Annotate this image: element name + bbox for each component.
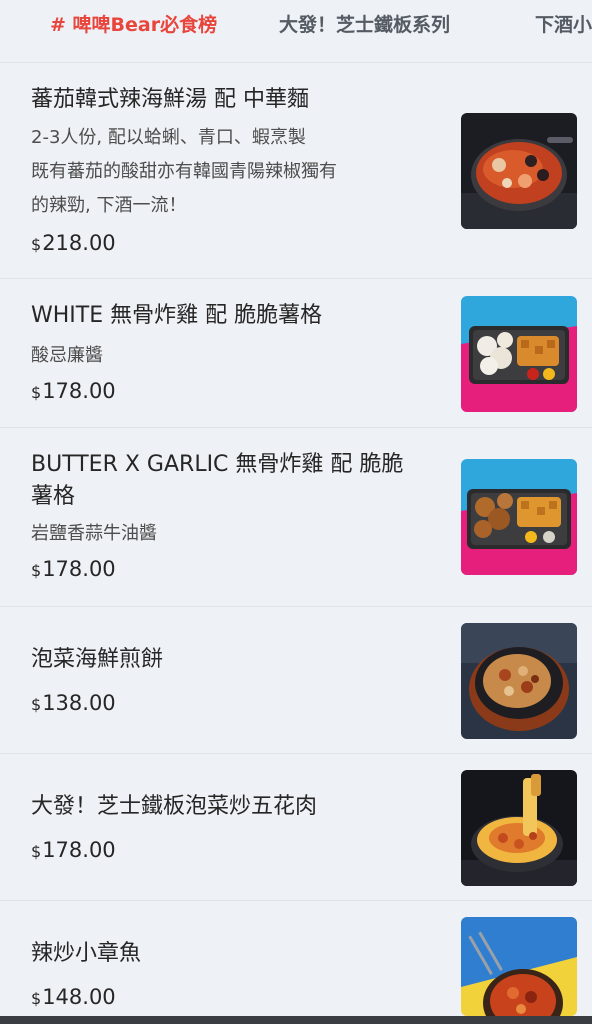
- item-name: 辣炒小章魚: [31, 941, 142, 966]
- spicy-baby-octopus-photo[interactable]: [461, 917, 577, 1016]
- currency-symbol: $: [31, 989, 42, 1008]
- price-value: 178.00: [42, 557, 116, 581]
- item-price: $178.00: [31, 377, 116, 407]
- currency-symbol: $: [31, 561, 42, 580]
- menu-item[interactable]: WHITE 無骨炸雞 配 脆脆薯格 酸忌廉醬 $178.00: [0, 279, 592, 428]
- price-value: 138.00: [42, 691, 116, 715]
- price-value: 218.00: [42, 231, 116, 255]
- item-name: 大發！芝士鐵板泡菜炒五花肉: [31, 794, 318, 819]
- item-description-line: 2-3人份, 配以蛤蜊、青口、蝦烹製: [31, 127, 306, 148]
- cheese-kimchi-pork-photo[interactable]: [461, 770, 577, 886]
- item-price: $218.00: [31, 229, 116, 259]
- item-description-line: 酸忌廉醬: [31, 345, 103, 366]
- tab-beer-bear-must-eat[interactable]: # 啤啤Bear必食榜: [50, 12, 217, 38]
- bottom-edge-bar: [0, 1016, 592, 1024]
- tab-drinking-snacks[interactable]: 下酒小: [535, 12, 592, 38]
- item-price: $138.00: [31, 689, 116, 719]
- tomato-seafood-stew-photo[interactable]: [461, 113, 577, 229]
- tab-cheese-iron-plate-series[interactable]: 大發！芝士鐵板系列: [279, 12, 450, 38]
- menu-item[interactable]: BUTTER X GARLIC 無骨炸雞 配 脆脆薯格 岩鹽香蒜牛油醬 $178…: [0, 428, 592, 607]
- menu-page: # 啤啤Bear必食榜 大發！芝士鐵板系列 下酒小 蕃茄韓式辣海鮮湯 配 中華麵…: [0, 0, 592, 1024]
- item-price: $178.00: [31, 836, 116, 866]
- currency-symbol: $: [31, 383, 42, 402]
- price-value: 178.00: [42, 838, 116, 862]
- item-price: $178.00: [31, 555, 116, 585]
- price-value: 178.00: [42, 379, 116, 403]
- item-name: 泡菜海鮮煎餅: [31, 647, 164, 672]
- item-name: BUTTER X GARLIC 無骨炸雞 配 脆脆薯格: [31, 452, 404, 509]
- item-description-line: 的辣勁, 下酒一流！: [31, 195, 187, 216]
- currency-symbol: $: [31, 235, 42, 254]
- menu-item[interactable]: 大發！芝士鐵板泡菜炒五花肉 $178.00: [0, 754, 592, 901]
- currency-symbol: $: [31, 842, 42, 861]
- item-price: $148.00: [31, 983, 116, 1013]
- item-name: 蕃茄韓式辣海鮮湯 配 中華麵: [31, 87, 309, 112]
- menu-item[interactable]: 辣炒小章魚 $148.00: [0, 901, 592, 1024]
- menu-item[interactable]: 泡菜海鮮煎餅 $138.00: [0, 607, 592, 754]
- category-tab-bar: # 啤啤Bear必食榜 大發！芝士鐵板系列 下酒小: [0, 0, 592, 63]
- item-description-line: 既有蕃茄的酸甜亦有韓國青陽辣椒獨有: [31, 161, 337, 182]
- kimchi-seafood-pancake-photo[interactable]: [461, 623, 577, 739]
- butter-garlic-fried-chicken-photo[interactable]: [461, 459, 577, 575]
- price-value: 148.00: [42, 985, 116, 1009]
- currency-symbol: $: [31, 695, 42, 714]
- white-fried-chicken-photo[interactable]: [461, 296, 577, 412]
- item-name: WHITE 無骨炸雞 配 脆脆薯格: [31, 303, 323, 328]
- menu-item[interactable]: 蕃茄韓式辣海鮮湯 配 中華麵 2-3人份, 配以蛤蜊、青口、蝦烹製 既有蕃茄的酸…: [0, 63, 592, 279]
- item-description-line: 岩鹽香蒜牛油醬: [31, 523, 157, 544]
